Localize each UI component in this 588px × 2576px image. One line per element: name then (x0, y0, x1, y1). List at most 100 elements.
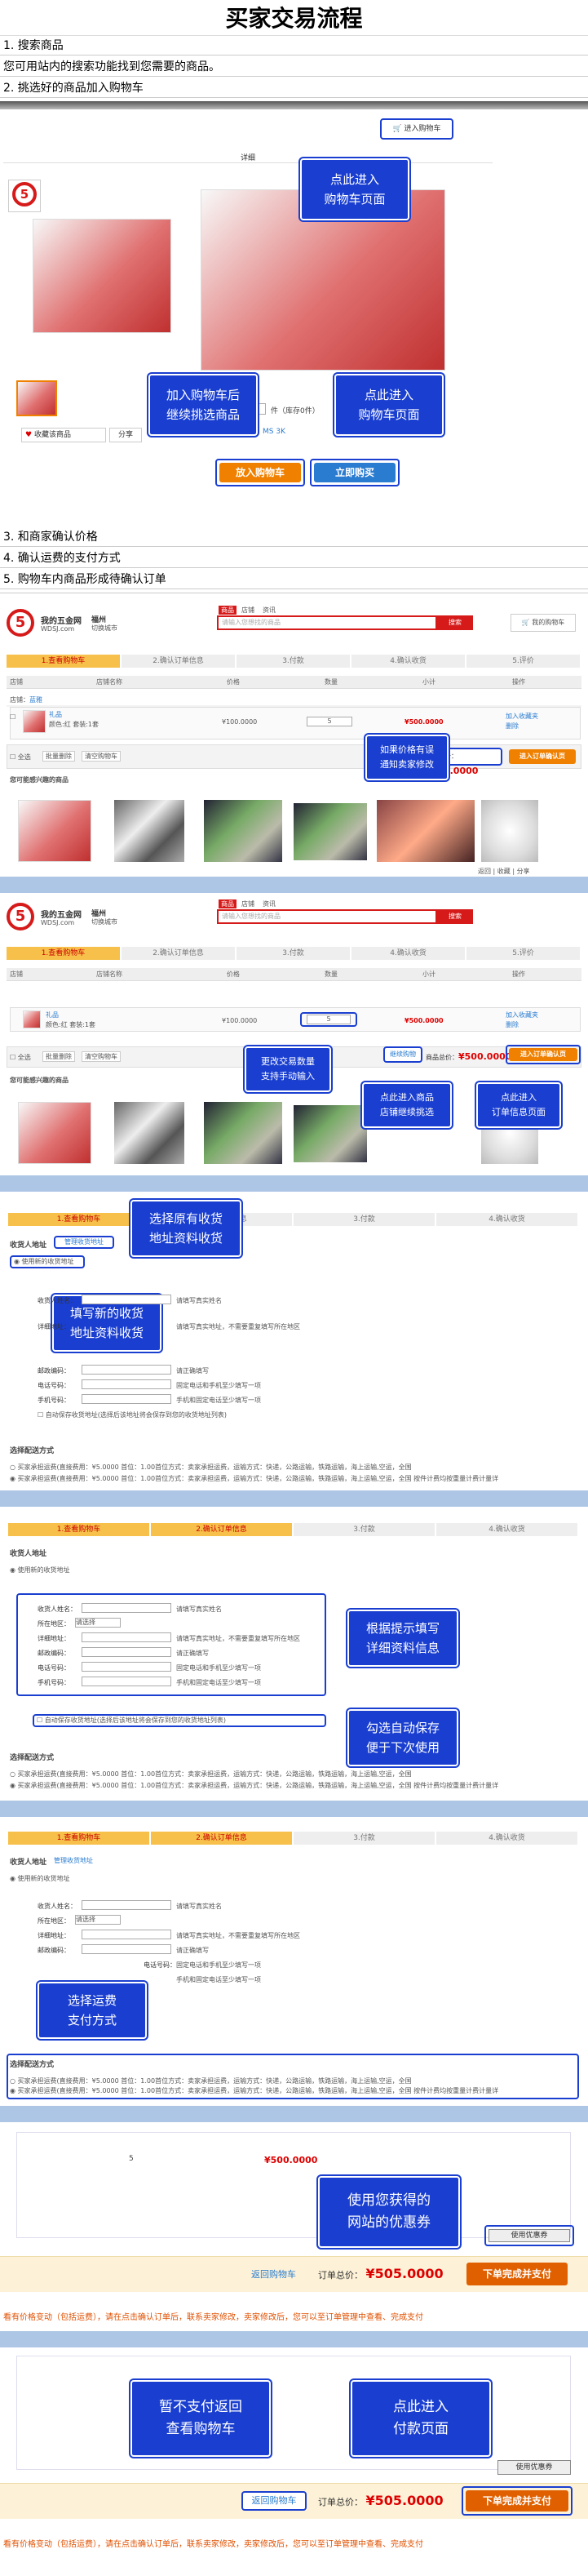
rec-item-2[interactable] (114, 800, 184, 862)
rec-item-2-2[interactable] (114, 1102, 184, 1164)
favorite-button[interactable]: ♥ 收藏该商品 (21, 428, 106, 442)
mini-fav[interactable]: 收藏 (497, 868, 511, 875)
col-qty: 数量 (325, 678, 338, 686)
rec-item-4[interactable] (294, 803, 367, 860)
input-address-2[interactable] (82, 1632, 171, 1642)
switch-city-link-2[interactable]: 切换城市 (91, 917, 117, 926)
use-coupon-button[interactable]: 使用优惠券 (489, 2229, 570, 2242)
cart-item-name-2[interactable]: 礼品 (46, 1010, 59, 1019)
use-new-address-radio[interactable]: ◉ 使用新的收货地址 (10, 1255, 85, 1268)
search-tab-news[interactable]: 资讯 (263, 606, 276, 615)
region-select[interactable]: 请选择 (75, 1618, 121, 1628)
back-cart-link-2[interactable]: 返回购物车 (241, 2491, 307, 2511)
manage-address-link[interactable]: 管理收货地址 (54, 1236, 114, 1249)
autosave-checkbox[interactable]: ☐ 自动保存收货地址(选择后该地址将会保存到您的收货地址列表) (38, 1410, 227, 1419)
label-address-3: 详细地址： (38, 1932, 70, 1939)
batch-delete-button[interactable]: 批量删除 (42, 751, 75, 762)
total-value-2: ¥500.0000 (458, 1051, 512, 1062)
input-name[interactable] (82, 1295, 171, 1304)
top-cart-button[interactable]: 🛒 进入购物车 (380, 118, 453, 140)
input-zip-3[interactable] (82, 1944, 171, 1954)
use-new-label: 使用新的收货地址 (21, 1258, 74, 1265)
select-all-checkbox-2[interactable]: ☐ 全选 (10, 1053, 31, 1062)
order-step-3: 3.付款 (294, 1523, 435, 1536)
region-select-3[interactable]: 请选择 (75, 1915, 121, 1925)
cart-step-4: 4.确认收货 (351, 947, 465, 960)
cart-qty-input-2[interactable]: 5 (307, 1015, 351, 1024)
delete-link-2[interactable]: 删除 (506, 1020, 519, 1029)
cart-item-name[interactable]: 礼品 (49, 710, 62, 719)
checkout-button-2[interactable]: 进入订单确认页 (509, 1048, 577, 1061)
store-logo-5: 5 (8, 180, 41, 212)
search-input[interactable]: 请输入您想找的商品 (217, 615, 437, 630)
add-to-cart-button[interactable]: 放入购物车 (219, 463, 301, 482)
recommend-title: 您可能感兴趣的商品 (10, 776, 69, 784)
continue-shopping-link-2[interactable]: 继续购物 (383, 1046, 422, 1063)
input-mobile-2[interactable] (82, 1677, 171, 1686)
select-all-checkbox[interactable]: ☐ 全选 (10, 753, 31, 762)
delete-link[interactable]: 删除 (506, 722, 519, 731)
share-button[interactable]: 分享 (109, 428, 142, 442)
input-mobile[interactable] (82, 1394, 171, 1404)
search-input-2[interactable]: 请输入您想找的商品 (217, 909, 437, 924)
callout-price-notify: 如果价格有误 通知卖家修改 (365, 735, 449, 780)
search-button-2[interactable]: 搜索 (437, 909, 473, 924)
clear-cart-button-2[interactable]: 清空购物车 (82, 1051, 121, 1062)
ship-option-3-2[interactable]: ◉ 买家承担运费(直接费用：¥5.0000 首位：1.00首位方式：卖家承担运费… (10, 2086, 577, 2095)
clear-cart-button[interactable]: 清空购物车 (82, 751, 121, 762)
product-thumb-selected[interactable] (16, 380, 57, 416)
hint-zip-3: 请正确填写 (176, 1947, 209, 1954)
mini-back[interactable]: 返回 (478, 868, 491, 875)
search-tab-goods[interactable]: 商品 (219, 606, 237, 615)
ship-option-3-1[interactable]: ○ 买家承担运费(直接费用：¥5.0000 首位：1.00首位方式：卖家承担运费… (10, 2076, 577, 2085)
manage-address-link-3[interactable]: 管理收货地址 (54, 1856, 93, 1865)
autosave-checkbox-2[interactable]: ☐ 自动保存收货地址(选择后该地址将会保存到您的收货地址列表) (33, 1714, 326, 1727)
input-name-2[interactable] (82, 1603, 171, 1613)
rec-item-6[interactable] (481, 800, 538, 862)
search-button[interactable]: 搜索 (437, 615, 473, 630)
input-name-3[interactable] (82, 1900, 171, 1910)
switch-city-link[interactable]: 切换城市 (91, 624, 117, 633)
ship-option-2[interactable]: ◉ 买家承担运费(直接费用：¥5.0000 首位：1.00首位方式：卖家承担运费… (10, 1474, 498, 1483)
cart-qty-input[interactable]: 5 (307, 717, 352, 726)
input-phone[interactable] (82, 1379, 171, 1389)
rec-item-5[interactable] (377, 800, 475, 862)
mini-toolbar-1: 返回 | 收藏 | 分享 (478, 868, 530, 875)
input-zip-2[interactable] (82, 1647, 171, 1657)
search-tab-shop-2[interactable]: 店铺 (241, 899, 254, 908)
submit-order-button-1[interactable]: 下单完成并支付 (466, 2263, 568, 2285)
batch-delete-button-2[interactable]: 批量删除 (42, 1051, 75, 1062)
shop-name-link[interactable]: 蓝雅 (29, 696, 42, 704)
rec-item-1[interactable] (18, 800, 91, 862)
ship-option-2-2[interactable]: ◉ 买家承担运费(直接费用：¥5.0000 首位：1.00首位方式：卖家承担运费… (10, 1781, 498, 1790)
col-ops: 操作 (512, 970, 525, 978)
my-cart-button[interactable]: 🛒 我的购物车 (511, 614, 576, 632)
item-checkbox[interactable]: ☐ (10, 713, 15, 721)
input-zip[interactable] (82, 1365, 171, 1375)
search-tab-news-2[interactable]: 资讯 (263, 899, 276, 908)
rec-item-2-3[interactable] (204, 1102, 282, 1164)
rec-item-3[interactable] (204, 800, 282, 862)
checkout-button-1[interactable]: 进入订单确认页 (509, 749, 576, 764)
use-new-address-radio-3[interactable]: ◉ 使用新的收货地址 (10, 1874, 70, 1883)
submit-order-button-2[interactable]: 下单完成并支付 (466, 2490, 568, 2512)
ship-option-2-1[interactable]: ○ 买家承担运费(直接费用：¥5.0000 首位：1.00首位方式：卖家承担运费… (10, 1770, 412, 1779)
add-favorite-link-2[interactable]: 加入收藏夹 (506, 1010, 538, 1019)
input-address-3[interactable] (82, 1930, 171, 1939)
hint-phone-2: 固定电话和手机至少填写一项 (176, 1664, 261, 1672)
detail-tab[interactable]: 详细 (3, 152, 493, 163)
rec-item-2-4[interactable] (294, 1105, 367, 1162)
ship-option-1[interactable]: ○ 买家承担运费(直接费用：¥5.0000 首位：1.00首位方式：卖家承担运费… (10, 1463, 412, 1472)
label-name-2: 收货人姓名： (38, 1606, 77, 1613)
input-phone-2[interactable] (82, 1662, 171, 1672)
back-cart-link[interactable]: 返回购物车 (251, 2267, 296, 2281)
cart-item-attrs: 颜色:红 套装:1套 (49, 721, 99, 728)
search-tab-shop[interactable]: 店铺 (241, 606, 254, 615)
use-coupon-button-2[interactable]: 使用优惠券 (497, 2460, 571, 2475)
search-tab-goods-2[interactable]: 商品 (219, 899, 237, 908)
mini-share[interactable]: 分享 (517, 868, 530, 875)
use-new-address-radio-2[interactable]: ◉ 使用新的收货地址 (10, 1566, 70, 1574)
buy-now-button[interactable]: 立即购买 (314, 463, 396, 482)
add-favorite-link[interactable]: 加入收藏夹 (506, 712, 538, 721)
rec-item-2-1[interactable] (18, 1102, 91, 1164)
